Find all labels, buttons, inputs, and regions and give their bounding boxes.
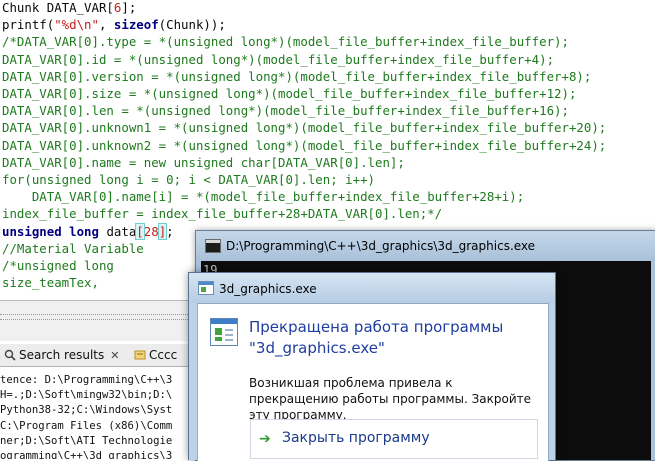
code-line[interactable]: DATA_VAR[0].size = *(unsigned long*)(mod…: [2, 86, 576, 102]
log-line: Python38-32;C:\Windows\Syst: [0, 404, 173, 417]
code-line[interactable]: //Material Variable: [2, 241, 144, 257]
error-dialog[interactable]: 3d_graphics.exe Прекращена работа програ…: [188, 272, 556, 461]
dialog-body: Прекращена работа программы "3d_graphics…: [197, 303, 549, 461]
log-line: ner;D:\Soft\ATI Technologie: [0, 434, 173, 447]
build-log[interactable]: tence: D:\Programming\C++\3 H=.;D:\Soft\m…: [0, 367, 195, 459]
dialog-titlebar[interactable]: 3d_graphics.exe: [189, 273, 555, 303]
code-token: unsigned long: [2, 223, 99, 239]
dialog-description: Возникшая проблема привела к прекращению…: [249, 376, 532, 422]
tab-label: Search results: [19, 348, 105, 362]
log-line: H=.;D:\Soft\mingw32\bin;D:\: [0, 389, 173, 402]
code-line[interactable]: DATA_VAR[0].unknown1 = *(unsigned long*)…: [2, 120, 606, 136]
code-token: DATA_VAR[0].len = *(unsigned long*)(mode…: [2, 103, 569, 119]
code-token: "%d\n": [54, 17, 99, 33]
code-token: size_teamTex,: [2, 275, 99, 291]
code-token: //Material Variable: [2, 240, 144, 256]
code-token: /*unsigned long: [2, 258, 114, 273]
cccc-icon: [134, 346, 146, 360]
console-title: D:\Programming\C++\3d_graphics\3d_graphi…: [226, 239, 536, 253]
code-token: (Chunk));: [158, 17, 226, 33]
log-line: tence: D:\Programming\C++\3: [0, 374, 173, 386]
code-token: for(unsigned long i = 0; i < DATA_VAR[0]…: [2, 172, 375, 187]
code-line[interactable]: /*DATA_VAR[0].type = *(unsigned long*)(m…: [2, 34, 569, 50]
close-program-label: Закрыть программу: [282, 430, 430, 446]
code-line[interactable]: DATA_VAR[0].unknown2 = *(unsigned long*)…: [2, 138, 606, 154]
dialog-heading: Прекращена работа программы "3d_graphics…: [249, 318, 504, 357]
tab-cccc[interactable]: Cccc: [134, 344, 177, 366]
code-token: DATA_VAR[0].name = new unsigned char[DAT…: [2, 154, 405, 170]
close-program-button[interactable]: ➔ Закрыть программу: [250, 419, 538, 459]
bottom-panel-tabs: Search results ✕ Cccc: [0, 344, 190, 367]
console-titlebar[interactable]: D:\Programming\C++\3d_graphics\3d_graphi…: [196, 231, 655, 261]
arrow-right-icon: ➔: [259, 431, 271, 447]
code-token: DATA_VAR[0].version = *(unsigned long*)(…: [2, 68, 592, 84]
log-line: C:\Program Files (x86)\Comm: [0, 419, 173, 432]
code-line[interactable]: DATA_VAR[0].len = *(unsigned long*)(mode…: [2, 103, 569, 119]
code-token: DATA_VAR[0].name[i] = *(model_file_buffe…: [2, 189, 525, 205]
log-line: ogramming\C++\3d_graphics\3: [0, 450, 173, 459]
code-token: ,: [98, 17, 114, 33]
code-line[interactable]: DATA_VAR[0].name = new unsigned char[DAT…: [2, 155, 405, 171]
code-line[interactable]: printf("%d\n", sizeof(Chunk));: [2, 17, 226, 33]
code-token: /*DATA_VAR[0].type = *(unsigned long*)(m…: [2, 34, 569, 50]
code-token: index_file_buffer = index_file_buffer+28…: [2, 206, 443, 222]
console-app-icon: [205, 239, 221, 253]
code-token: ];: [121, 0, 137, 15]
code-token: DATA_VAR[0].unknown1 = *(unsigned long*)…: [2, 120, 607, 136]
code-token: ;: [166, 223, 174, 239]
code-token: DATA_VAR[0].size = *(unsigned long*)(mod…: [2, 86, 577, 101]
code-line[interactable]: size_teamTex,: [2, 275, 99, 291]
code-line[interactable]: DATA_VAR[0].version = *(unsigned long*)(…: [2, 69, 591, 85]
code-line[interactable]: Chunk DATA_VAR[6];: [2, 0, 136, 16]
tab-search-results[interactable]: Search results ✕: [4, 344, 119, 366]
code-token: printf(: [2, 17, 55, 33]
code-token: DATA_VAR[0].id = *(unsigned long*)(model…: [2, 51, 555, 67]
code-token: sizeof: [113, 17, 159, 33]
code-line[interactable]: DATA_VAR[0].id = *(unsigned long*)(model…: [2, 52, 554, 68]
code-token: [: [135, 222, 145, 240]
code-token: 28: [143, 223, 159, 239]
program-window-icon: [210, 318, 238, 346]
dialog-title: 3d_graphics.exe: [219, 282, 317, 296]
app-window-icon: [198, 281, 214, 295]
close-icon[interactable]: ✕: [110, 345, 119, 367]
search-results-icon: [4, 346, 16, 361]
code-token: data: [98, 223, 137, 239]
code-line[interactable]: for(unsigned long i = 0; i < DATA_VAR[0]…: [2, 172, 375, 188]
code-line[interactable]: DATA_VAR[0].name[i] = *(model_file_buffe…: [2, 189, 524, 205]
code-line[interactable]: index_file_buffer = index_file_buffer+28…: [2, 206, 442, 222]
code-token: DATA_VAR[0].unknown2 = *(unsigned long*)…: [2, 137, 607, 153]
tab-label: Cccc: [149, 348, 178, 362]
splitter-grip[interactable]: [0, 314, 190, 320]
code-token: Chunk DATA_VAR[: [2, 0, 114, 15]
code-line[interactable]: /*unsigned long: [2, 258, 114, 274]
code-line[interactable]: unsigned long data[28];: [2, 222, 174, 240]
